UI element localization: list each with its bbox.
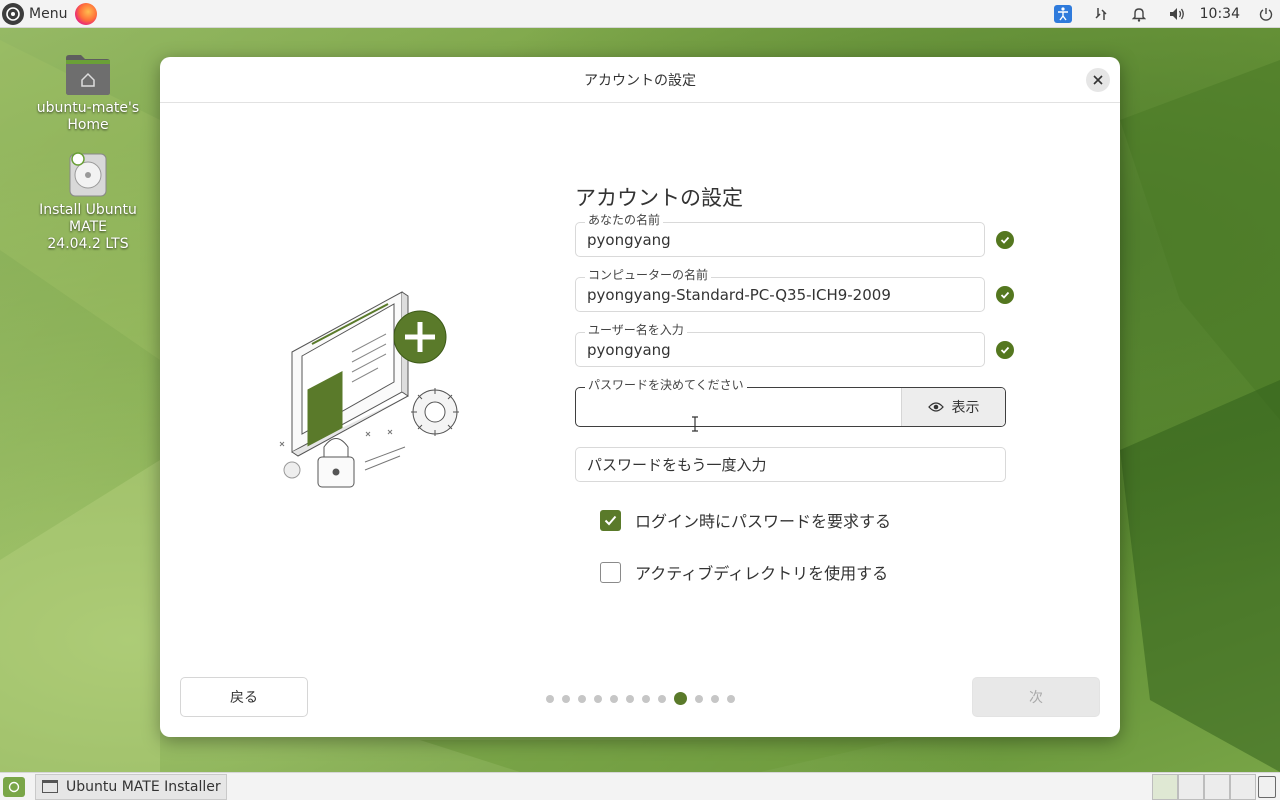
ubuntu-mate-logo-icon[interactable] <box>2 2 24 25</box>
workspace-1[interactable] <box>1152 774 1178 800</box>
progress-dot <box>594 694 602 703</box>
name-field-row: あなたの名前 pyongyang <box>575 213 1015 257</box>
clock[interactable]: 10:34 <box>1200 6 1240 22</box>
desktop-icon-label: ubuntu-mate's <box>36 100 140 116</box>
accessibility-icon[interactable] <box>1044 0 1082 28</box>
require-password-checkbox-row[interactable]: ログイン時にパスワードを要求する <box>600 509 1015 531</box>
workspace-4[interactable] <box>1230 774 1256 800</box>
taskbar-window-title: Ubuntu MATE Installer <box>66 778 221 795</box>
progress-dot <box>610 694 618 703</box>
bottom-panel: Ubuntu MATE Installer <box>0 772 1280 800</box>
progress-dots <box>546 692 743 705</box>
page-heading: アカウントの設定 <box>575 186 743 210</box>
username-value: pyongyang <box>587 340 671 359</box>
your-name-field[interactable]: あなたの名前 pyongyang <box>575 213 985 257</box>
next-button-label: 次 <box>1029 690 1043 706</box>
volume-icon[interactable] <box>1158 0 1196 28</box>
home-folder-icon <box>64 52 112 96</box>
active-directory-checkbox[interactable] <box>600 561 621 583</box>
dialog-title: アカウントの設定 <box>584 72 696 89</box>
next-button[interactable]: 次 <box>972 677 1100 717</box>
installer-dialog: アカウントの設定 アカウントの設定 あなたの名前 pyongyang コンピュー… <box>160 57 1120 737</box>
password-label: パスワードを決めてください <box>585 378 747 392</box>
progress-dot <box>562 694 570 703</box>
active-directory-label: アクティブディレクトリを使用する <box>635 564 889 583</box>
desktop-icon-label: Install Ubuntu MATE <box>39 202 137 235</box>
confirm-password-placeholder: パスワードをもう一度入力 <box>587 456 767 474</box>
account-setup-illustration <box>279 291 459 488</box>
menu-button[interactable]: Menu <box>29 6 67 22</box>
installer-disc-icon <box>67 150 109 198</box>
progress-dot <box>642 694 650 703</box>
taskbar-window-button[interactable]: Ubuntu MATE Installer <box>35 773 227 800</box>
computer-name-field-row: コンピューターの名前 pyongyang-Standard-PC-Q35-ICH… <box>575 268 1015 312</box>
computer-name-label: コンピューターの名前 <box>585 268 712 282</box>
show-desktop-button[interactable] <box>3 776 25 797</box>
notification-bell-icon[interactable] <box>1120 0 1158 28</box>
password-input[interactable] <box>576 388 901 426</box>
workspace-2[interactable] <box>1178 774 1204 800</box>
firefox-icon[interactable] <box>75 2 98 25</box>
text-cursor-icon <box>692 416 698 432</box>
progress-dot-active <box>674 692 687 705</box>
show-password-label: 表示 <box>951 400 980 416</box>
username-label: ユーザー名を入力 <box>585 323 687 337</box>
desktop-install-launcher[interactable]: Install Ubuntu MATE 24.04.2 LTS <box>18 150 158 253</box>
your-name-value: pyongyang <box>587 230 671 249</box>
dialog-header: アカウントの設定 <box>160 57 1120 103</box>
valid-check-icon <box>996 231 1014 249</box>
progress-dot <box>695 694 703 703</box>
back-button[interactable]: 戻る <box>180 677 308 717</box>
back-button-label: 戻る <box>230 690 258 706</box>
username-field-row: ユーザー名を入力 pyongyang <box>575 323 1015 367</box>
progress-dot <box>727 694 735 703</box>
desktop-home-folder[interactable]: ubuntu-mate's Home <box>18 52 158 134</box>
password-field[interactable]: パスワードを決めてください 表示 <box>575 378 1006 427</box>
network-icon[interactable] <box>1082 0 1120 28</box>
show-desktop-icon <box>8 781 20 792</box>
your-name-label: あなたの名前 <box>585 213 664 227</box>
power-icon[interactable] <box>1252 0 1280 28</box>
active-directory-checkbox-row[interactable]: アクティブディレクトリを使用する <box>600 561 1015 583</box>
require-password-label: ログイン時にパスワードを要求する <box>635 512 892 531</box>
eye-icon <box>927 402 944 412</box>
workspace-switcher <box>1152 774 1256 800</box>
close-icon <box>1093 75 1103 85</box>
progress-dot <box>658 694 666 703</box>
workspace-3[interactable] <box>1204 774 1230 800</box>
desktop-icon-label: Home <box>67 117 109 133</box>
top-panel: Menu 10:34 <box>0 0 1280 28</box>
progress-dot <box>578 694 586 703</box>
username-field[interactable]: ユーザー名を入力 pyongyang <box>575 323 985 367</box>
computer-name-field[interactable]: コンピューターの名前 pyongyang-Standard-PC-Q35-ICH… <box>575 268 985 312</box>
close-button[interactable] <box>1086 68 1110 92</box>
valid-check-icon <box>996 286 1014 304</box>
window-icon <box>42 780 58 793</box>
show-password-button[interactable]: 表示 <box>901 388 1005 426</box>
desktop-icon-label: 24.04.2 LTS <box>47 236 129 252</box>
progress-dot <box>626 694 634 703</box>
valid-check-icon <box>996 341 1014 359</box>
computer-name-value: pyongyang-Standard-PC-Q35-ICH9-2009 <box>587 285 891 304</box>
checkmark-icon <box>604 515 617 525</box>
progress-dot <box>546 694 554 703</box>
progress-dot <box>711 694 719 703</box>
confirm-password-field[interactable]: パスワードをもう一度入力 <box>575 447 1006 482</box>
require-password-checkbox[interactable] <box>600 509 621 531</box>
account-form: アカウントの設定 あなたの名前 pyongyang コンピューターの名前 pyo… <box>575 182 1015 583</box>
trash-icon[interactable] <box>1258 776 1276 798</box>
